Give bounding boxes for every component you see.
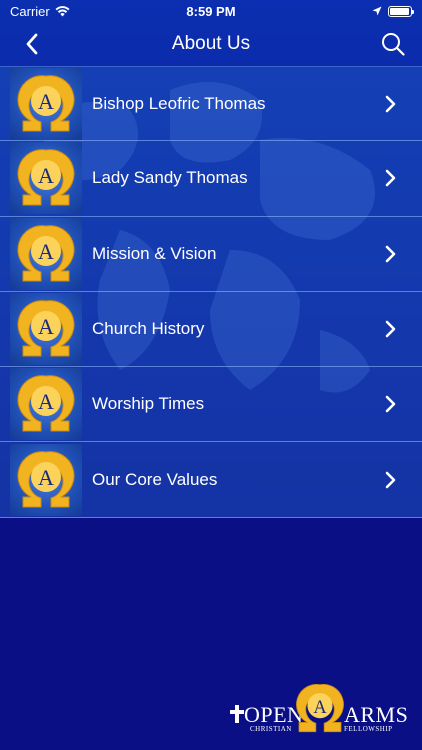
- chevron-right-icon: [378, 242, 402, 266]
- svg-text:A: A: [38, 314, 54, 339]
- search-icon: [382, 33, 405, 56]
- menu-item-lady-sandy-thomas[interactable]: A Lady Sandy Thomas: [0, 141, 422, 217]
- logo-sub-right: FELLOWSHIP: [344, 725, 393, 733]
- church-emblem-thumbnail: A: [10, 217, 82, 290]
- status-time: 8:59 PM: [186, 3, 236, 19]
- menu-item-label: Church History: [92, 319, 205, 339]
- menu-item-our-core-values[interactable]: A Our Core Values: [0, 442, 422, 518]
- omega-emblem-icon: A: [17, 300, 75, 357]
- church-emblem-thumbnail: A: [10, 293, 82, 366]
- about-menu-list: A Bishop Leofric Thomas A Lady Sandy Tho…: [0, 66, 422, 518]
- menu-item-bishop-leofric-thomas[interactable]: A Bishop Leofric Thomas: [0, 66, 422, 142]
- svg-text:A: A: [38, 239, 54, 264]
- svg-text:A: A: [38, 465, 54, 490]
- menu-item-label: Our Core Values: [92, 469, 218, 489]
- chevron-right-icon: [378, 468, 402, 492]
- page-title: About Us: [171, 33, 251, 54]
- menu-item-label: Lady Sandy Thomas: [92, 168, 248, 188]
- church-emblem-thumbnail: A: [10, 67, 82, 140]
- about-us-screen: Carrier 8:59 PM About Us A Bishop Leofri…: [0, 0, 422, 750]
- back-button[interactable]: [18, 30, 46, 58]
- open-arms-logo: OPEN CHRISTIAN A ARMS FELLOWSHIP: [228, 683, 412, 735]
- omega-emblem-icon: A: [17, 224, 75, 282]
- chevron-right-icon: [378, 92, 402, 116]
- omega-emblem-icon: A: [17, 74, 75, 132]
- cross-icon: [230, 705, 244, 723]
- chevron-left-icon: [26, 33, 38, 55]
- svg-text:A: A: [38, 89, 54, 114]
- church-emblem-thumbnail: A: [10, 443, 82, 516]
- battery-icon: [388, 5, 414, 17]
- svg-text:A: A: [38, 163, 54, 188]
- chevron-right-icon: [378, 392, 402, 416]
- svg-text:A: A: [38, 389, 54, 414]
- menu-item-label: Mission & Vision: [92, 243, 217, 263]
- omega-emblem-icon: A: [17, 450, 75, 508]
- chevron-right-icon: [378, 166, 402, 190]
- navigation-bar: About Us: [0, 22, 422, 66]
- menu-item-label: Bishop Leofric Thomas: [92, 93, 266, 113]
- omega-emblem-icon: A: [17, 375, 75, 432]
- omega-emblem-icon: A: [296, 683, 344, 733]
- search-button[interactable]: [378, 29, 408, 59]
- status-bar: Carrier 8:59 PM: [0, 0, 422, 22]
- menu-item-label: Worship Times: [92, 394, 205, 414]
- chevron-right-icon: [378, 317, 402, 341]
- menu-item-worship-times[interactable]: A Worship Times: [0, 367, 422, 443]
- logo-sub-left: CHRISTIAN: [250, 725, 292, 733]
- menu-item-church-history[interactable]: A Church History: [0, 291, 422, 368]
- church-emblem-thumbnail: A: [10, 142, 82, 215]
- svg-text:A: A: [313, 697, 327, 717]
- church-emblem-thumbnail: A: [10, 368, 82, 441]
- menu-item-mission-vision[interactable]: A Mission & Vision: [0, 216, 422, 292]
- omega-emblem-icon: A: [17, 149, 75, 206]
